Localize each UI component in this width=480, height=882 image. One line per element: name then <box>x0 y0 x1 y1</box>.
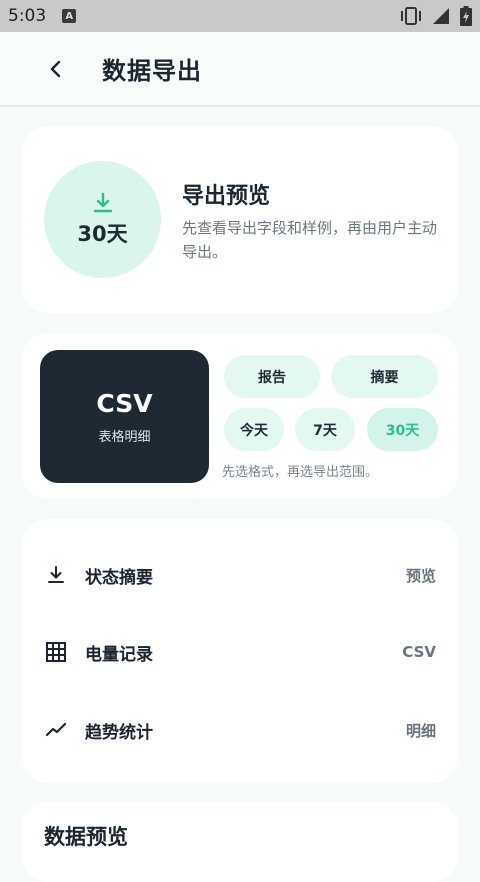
signal-icon <box>432 7 450 29</box>
preview-title: 导出预览 <box>182 184 271 209</box>
format-hint: 先选格式，再选导出范围。 <box>222 465 379 480</box>
field-row-status-summary[interactable]: 状态摘要 预览 <box>22 555 458 595</box>
field-label: 趋势统计 <box>85 722 153 743</box>
download-icon <box>93 192 112 212</box>
download-icon <box>44 563 68 587</box>
field-value: 预览 <box>405 566 436 585</box>
chevron-left-icon <box>50 60 61 77</box>
range-chip-today[interactable]: 今天 <box>224 408 284 451</box>
status-bar: 5:03 A <box>0 0 480 32</box>
fields-card: 状态摘要 预览 电量记录 CSV 趋势统计 明细 <box>22 519 458 783</box>
data-preview-card: 数据预览 <box>22 802 458 882</box>
preview-description: 先查看导出字段和样例，再由用户主动导出。 <box>182 219 438 261</box>
notification-icon: A <box>62 9 77 23</box>
data-preview-title: 数据预览 <box>44 825 128 849</box>
back-button[interactable] <box>44 57 68 81</box>
page-title: 数据导出 <box>102 57 202 85</box>
format-subtitle: 表格明细 <box>98 429 151 445</box>
format-title: CSV <box>96 388 153 418</box>
trend-icon <box>44 718 68 742</box>
field-value: 明细 <box>405 721 436 740</box>
field-label: 状态摘要 <box>85 567 153 588</box>
format-chip-report[interactable]: 报告 <box>224 355 320 398</box>
field-value: CSV <box>402 643 436 661</box>
range-label: 30天 <box>77 221 128 246</box>
status-time: 5:03 <box>8 6 47 26</box>
status-icons <box>400 6 472 30</box>
field-row-battery-records[interactable]: 电量记录 CSV <box>22 632 458 672</box>
field-label: 电量记录 <box>85 644 153 665</box>
range-chip-7days[interactable]: 7天 <box>295 408 355 451</box>
battery-icon <box>460 6 472 30</box>
grid-icon <box>44 640 68 664</box>
format-csv-tile[interactable]: CSV 表格明细 <box>40 350 209 483</box>
export-preview-card: 30天 导出预览 先查看导出字段和样例，再由用户主动导出。 <box>22 126 458 313</box>
range-chip-30days[interactable]: 30天 <box>367 408 438 451</box>
app-bar: 数据导出 <box>0 32 480 107</box>
range-badge: 30天 <box>44 161 161 278</box>
vibrate-icon <box>400 6 422 30</box>
field-row-trend-stats[interactable]: 趋势统计 明细 <box>22 710 458 750</box>
format-card: CSV 表格明细 报告 摘要 今天 7天 30天 先选格式，再选导出范围。 <box>22 333 458 499</box>
format-chip-summary[interactable]: 摘要 <box>331 355 438 398</box>
